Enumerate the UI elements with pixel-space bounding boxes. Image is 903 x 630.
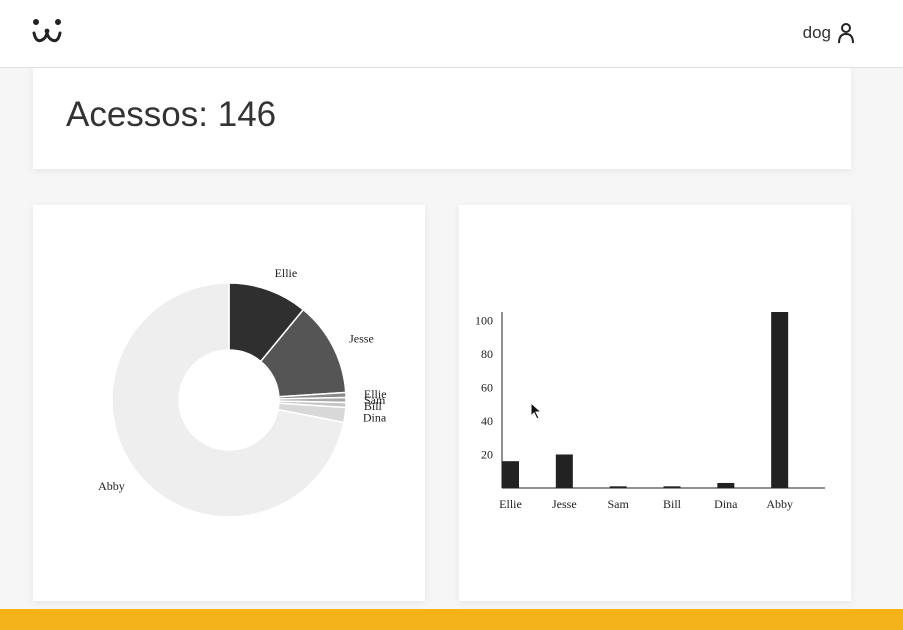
dog-face-icon[interactable] (30, 16, 64, 46)
y-tick-label: 100 (475, 313, 493, 327)
x-tick-label: Ellie (499, 497, 522, 511)
user-icon (838, 23, 854, 44)
bar (771, 312, 789, 488)
pie-label: Abby (98, 479, 125, 493)
donut-chart: EllieJesseEllieSamBillDinaAbby (98, 266, 387, 518)
bar (609, 486, 627, 488)
access-card: Acessos: 146 (33, 68, 851, 169)
pie-label: Dina (363, 410, 387, 424)
footer-bar (0, 609, 903, 630)
x-tick-label: Sam (607, 497, 629, 511)
x-tick-label: Abby (766, 497, 793, 511)
username-label: dog (802, 23, 831, 42)
bar-chart: 20 40 60 80 100 Ellie Jesse Sam Bill Dina Abby (475, 312, 825, 511)
x-tick-label: Bill (663, 497, 682, 511)
bar (502, 461, 519, 488)
user-menu[interactable]: dog (803, 20, 855, 46)
y-tick-label: 80 (481, 347, 493, 361)
pie-label: Jesse (349, 331, 374, 345)
access-count: Acessos: 146 (66, 95, 277, 134)
bar (663, 486, 681, 488)
bar (555, 454, 573, 488)
bar (717, 482, 735, 488)
pie-chart-card: Ellie Jesse Ellie Sam Bill Dina Abby (33, 205, 425, 601)
bar-chart-card: 20 40 60 80 100 Ellie Jesse Sam Bill Dina Abby (459, 205, 851, 601)
top-bar: dog (0, 0, 903, 68)
y-tick-label: 20 (481, 447, 493, 461)
y-tick-label: 60 (481, 380, 493, 394)
y-tick-label: 40 (481, 414, 493, 428)
pie-label: Ellie (275, 266, 298, 280)
mouse-cursor-icon (530, 402, 542, 420)
x-tick-label: Jesse (552, 497, 577, 511)
x-tick-label: Dina (714, 497, 738, 511)
